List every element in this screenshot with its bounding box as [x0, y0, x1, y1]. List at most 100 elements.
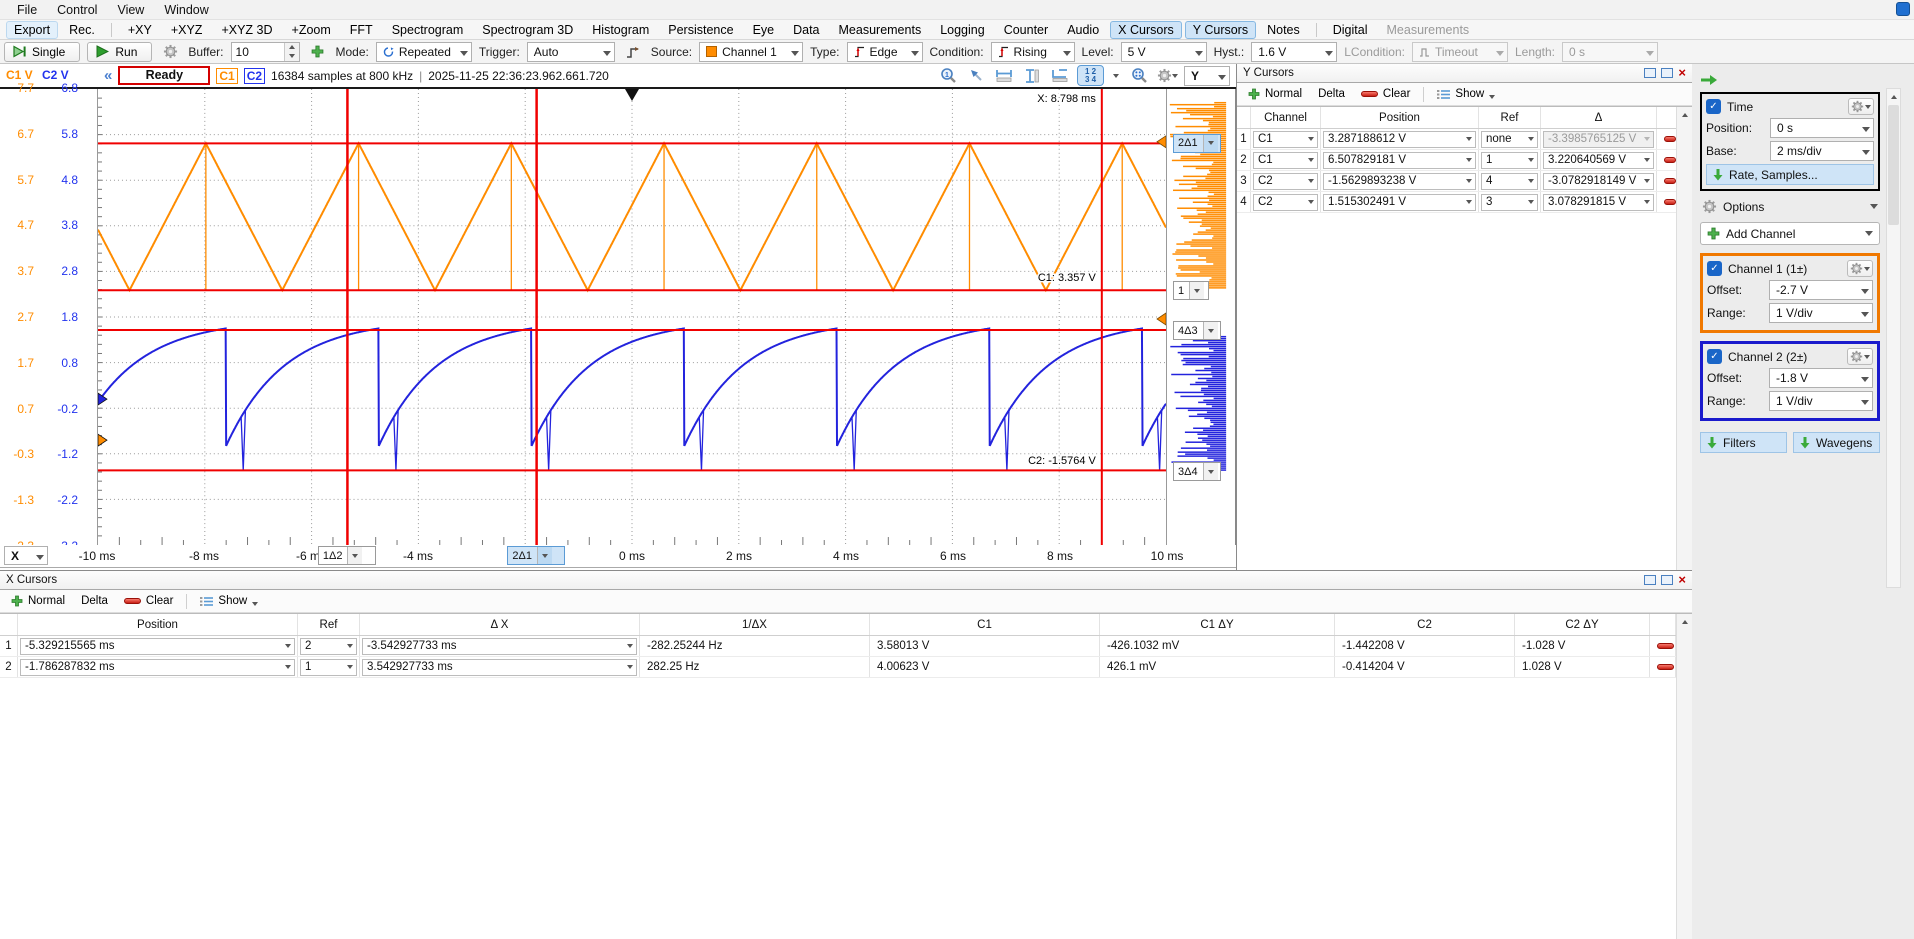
- tab-measurements[interactable]: Measurements: [1379, 21, 1478, 39]
- tab-export[interactable]: Export: [6, 21, 58, 39]
- tab-audio[interactable]: Audio: [1059, 21, 1107, 39]
- tab--xyz-3d[interactable]: +XYZ 3D: [213, 21, 280, 39]
- delete-cursor-button[interactable]: [1664, 157, 1676, 163]
- x-cursor-dx-select[interactable]: 3.542927733 ms: [362, 659, 637, 676]
- delete-cursor-button[interactable]: [1664, 199, 1676, 205]
- x-add-normal-cursor-button[interactable]: Normal: [4, 593, 72, 609]
- tab-spectrogram-3d[interactable]: Spectrogram 3D: [474, 21, 581, 39]
- source-select[interactable]: Channel 1: [699, 42, 803, 62]
- channel1-offset-select[interactable]: -2.7 V: [1769, 280, 1873, 300]
- view-dropdown-icon[interactable]: [1110, 66, 1122, 85]
- step-ruler-icon[interactable]: [1049, 66, 1071, 85]
- wavegens-button[interactable]: Wavegens: [1793, 432, 1880, 453]
- tab-logging[interactable]: Logging: [932, 21, 993, 39]
- tab-fft[interactable]: FFT: [342, 21, 381, 39]
- zoom-one-icon[interactable]: 1: [937, 66, 959, 85]
- lcondition-select[interactable]: Timeout: [1412, 42, 1508, 62]
- delete-cursor-button[interactable]: [1664, 178, 1676, 184]
- delete-cursor-button[interactable]: [1657, 643, 1674, 649]
- channel2-offset-select[interactable]: -1.8 V: [1769, 368, 1873, 388]
- time-base-select[interactable]: 2 ms/div: [1770, 141, 1874, 161]
- buffer-gear-icon[interactable]: [159, 42, 181, 61]
- y-cursor-delta-select[interactable]: -3.3985765125 V: [1543, 131, 1654, 148]
- sidebar-scrollbar[interactable]: [1886, 88, 1901, 588]
- tab-data[interactable]: Data: [785, 21, 827, 39]
- hysteresis-select[interactable]: 1.6 V: [1251, 42, 1337, 62]
- handle-dropdown[interactable]: [1203, 322, 1218, 339]
- channel2-badge[interactable]: C2: [244, 68, 265, 84]
- rate-sam ples-button[interactable]: Rate, Samples...: [1706, 164, 1874, 185]
- handle-dropdown[interactable]: [1203, 463, 1218, 480]
- channel2-checkbox[interactable]: ✓: [1707, 349, 1722, 364]
- buffer-spinner-arrows[interactable]: [284, 43, 299, 61]
- tab-notes[interactable]: Notes: [1259, 21, 1308, 39]
- collapse-left-icon[interactable]: «: [104, 68, 112, 83]
- tab-rec-[interactable]: Rec.: [61, 21, 103, 39]
- x-cursor-ref-select[interactable]: 1: [300, 659, 357, 676]
- y-clear-cursors-button[interactable]: Clear: [1354, 86, 1417, 102]
- y-cursor-handle-3[interactable]: 4Δ3: [1173, 321, 1221, 340]
- y-add-delta-cursor-button[interactable]: Delta: [1311, 86, 1352, 102]
- delete-cursor-button[interactable]: [1664, 136, 1676, 142]
- tab-spectrogram[interactable]: Spectrogram: [384, 21, 472, 39]
- handle-dropdown[interactable]: [1203, 135, 1218, 152]
- menu-file[interactable]: File: [8, 2, 46, 18]
- quad-view-button[interactable]: 1 23 4: [1077, 65, 1104, 86]
- y-panel-maximize-icon[interactable]: [1661, 68, 1673, 78]
- channel2-range-select[interactable]: 1 V/div: [1769, 391, 1873, 411]
- y-cursor-channel-select[interactable]: C2: [1253, 194, 1318, 211]
- y-cursor-delta-select[interactable]: 3.220640569 V: [1543, 152, 1654, 169]
- y-cursor-position-select[interactable]: -1.5629893238 V: [1323, 173, 1476, 190]
- y-cursor-position-select[interactable]: 3.287188612 V: [1323, 131, 1476, 148]
- y-cursor-channel-select[interactable]: C2: [1253, 173, 1318, 190]
- trigger-level-select[interactable]: 5 V: [1121, 42, 1207, 62]
- y-cursor-scrollbar[interactable]: [1676, 107, 1692, 570]
- x-cursor-dx-select[interactable]: -3.542927733 ms: [362, 638, 637, 655]
- x-cursor-handle-1[interactable]: 1Δ2: [318, 546, 376, 565]
- handle-dropdown[interactable]: [1189, 282, 1204, 299]
- x-panel-restore-icon[interactable]: [1644, 575, 1656, 585]
- length-select[interactable]: 0 s: [1562, 42, 1658, 62]
- y-cursor-delta-select[interactable]: -3.0782918149 V: [1543, 173, 1654, 190]
- zoom-overview-icon[interactable]: [1128, 66, 1150, 85]
- menu-control[interactable]: Control: [48, 2, 106, 18]
- trigger-type-select[interactable]: Edge: [847, 42, 923, 62]
- y-show-menu-button[interactable]: Show: [1430, 86, 1502, 102]
- waveform-plot[interactable]: X: 8.798 msC1: 3.357 VC2: -1.5764 V: [97, 89, 1167, 545]
- x-axis-mode-select[interactable]: X: [4, 546, 48, 565]
- channel1-range-select[interactable]: 1 V/div: [1769, 303, 1873, 323]
- y-axis-mode-select[interactable]: Y: [1184, 66, 1230, 86]
- y-cursor-position-select[interactable]: 1.515302491 V: [1323, 194, 1476, 211]
- x-show-menu-button[interactable]: Show: [193, 593, 265, 609]
- handle-dropdown[interactable]: [347, 547, 362, 564]
- vertical-ruler-icon[interactable]: [1021, 66, 1043, 85]
- y-cursor-ref-select[interactable]: 1: [1481, 152, 1538, 169]
- x-panel-close-icon[interactable]: ×: [1678, 575, 1686, 585]
- menu-view[interactable]: View: [108, 2, 153, 18]
- time-position-select[interactable]: 0 s: [1770, 118, 1874, 138]
- tab--xyz[interactable]: +XYZ: [163, 21, 211, 39]
- y-cursor-delta-select[interactable]: 3.078291815 V: [1543, 194, 1654, 211]
- channel1-checkbox[interactable]: ✓: [1707, 261, 1722, 276]
- horizontal-ruler-icon[interactable]: [993, 66, 1015, 85]
- y-cursor-ref-select[interactable]: none: [1481, 131, 1538, 148]
- tab-persistence[interactable]: Persistence: [660, 21, 741, 39]
- x-cursor-handle-2[interactable]: 2Δ1: [507, 546, 565, 565]
- y-add-normal-cursor-button[interactable]: Normal: [1241, 86, 1309, 102]
- time-gear-button[interactable]: [1848, 98, 1874, 115]
- tab-y-cursors[interactable]: Y Cursors: [1185, 21, 1256, 39]
- y-cursor-channel-select[interactable]: C1: [1253, 152, 1318, 169]
- y-cursor-handle-4[interactable]: 3Δ4: [1173, 462, 1221, 481]
- tab-x-cursors[interactable]: X Cursors: [1110, 21, 1182, 39]
- mode-select[interactable]: Repeated: [376, 42, 472, 62]
- x-cursor-position-select[interactable]: -1.786287832 ms: [20, 659, 295, 676]
- y-cursor-ref-select[interactable]: 3: [1481, 194, 1538, 211]
- handle-dropdown[interactable]: [537, 547, 552, 564]
- x-panel-maximize-icon[interactable]: [1661, 575, 1673, 585]
- tab-digital[interactable]: Digital: [1325, 21, 1376, 39]
- filters-button[interactable]: Filters: [1700, 432, 1787, 453]
- y-cursor-handle-2[interactable]: 1: [1173, 281, 1209, 300]
- tab-eye[interactable]: Eye: [745, 21, 783, 39]
- trigger-mode-select[interactable]: Auto: [527, 42, 615, 62]
- run-button[interactable]: Run: [87, 42, 152, 62]
